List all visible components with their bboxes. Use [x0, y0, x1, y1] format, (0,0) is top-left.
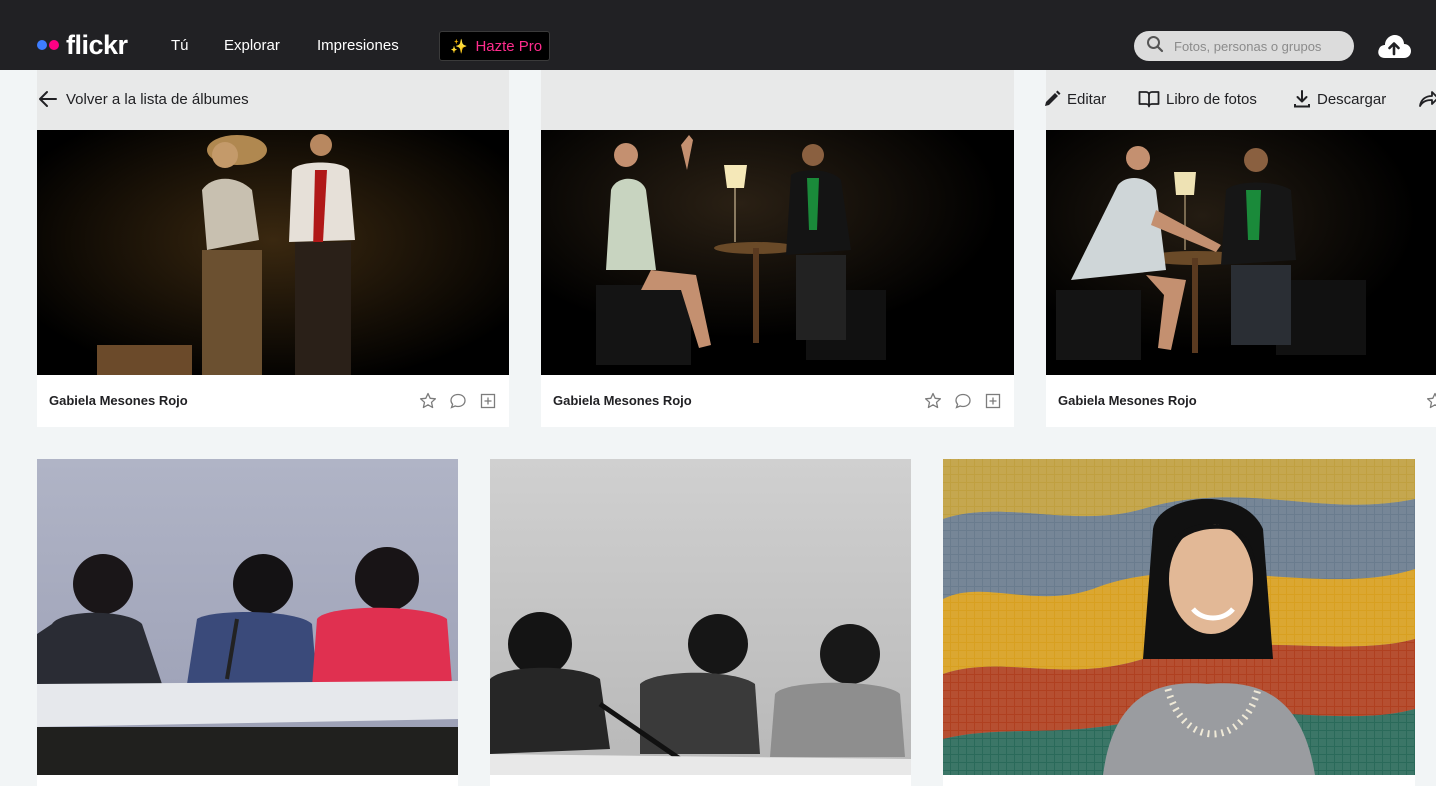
logo-blue-dot: [37, 40, 47, 50]
photo-book-label: Libro de fotos: [1166, 90, 1257, 108]
photo-card[interactable]: Gabiela Mesones Rojo: [541, 130, 1014, 427]
photo-card[interactable]: Gabiela Mesones Rojo: [37, 130, 509, 427]
back-to-albums-link[interactable]: Volver a la lista de álbumes: [38, 90, 249, 108]
photo-meta: Gabiela Mesones Rojo: [1046, 375, 1436, 427]
star-icon[interactable]: [1426, 392, 1436, 410]
nav-link-explorar[interactable]: Explorar: [224, 37, 280, 54]
pencil-icon: [1045, 90, 1061, 106]
back-label: Volver a la lista de álbumes: [66, 90, 249, 108]
photo-actions: [419, 392, 497, 410]
photo-card[interactable]: [37, 459, 458, 786]
nav-link-impresiones[interactable]: Impresiones: [317, 37, 399, 54]
add-to-gallery-icon[interactable]: [479, 392, 497, 410]
download-icon: [1294, 90, 1310, 108]
comment-icon[interactable]: [449, 392, 467, 410]
download-button[interactable]: Descargar: [1293, 90, 1386, 108]
search-input[interactable]: [1174, 38, 1349, 54]
star-icon[interactable]: [419, 392, 437, 410]
photo-author[interactable]: Gabiela Mesones Rojo: [1058, 393, 1197, 408]
share-button[interactable]: [1418, 90, 1436, 108]
hazte-pro-button[interactable]: ✨ Hazte Pro: [439, 31, 550, 61]
comment-icon[interactable]: [954, 392, 972, 410]
nav-link-tu[interactable]: Tú: [171, 37, 189, 54]
search-icon: [1146, 35, 1164, 58]
arrow-left-icon: [39, 91, 57, 107]
photo-actions: [1426, 392, 1436, 410]
photo-image[interactable]: [37, 459, 458, 775]
star-icon[interactable]: [924, 392, 942, 410]
album-bar-segment-middle: [541, 70, 1014, 130]
photo-author[interactable]: Gabiela Mesones Rojo: [49, 393, 188, 408]
photo-card[interactable]: [490, 459, 911, 786]
logo-text: flickr: [66, 29, 128, 60]
logo-pink-dot: [49, 40, 59, 50]
photo-image[interactable]: [1046, 130, 1436, 375]
add-to-gallery-icon[interactable]: [984, 392, 1002, 410]
hazte-pro-label: Hazte Pro: [475, 37, 543, 55]
edit-button[interactable]: Editar: [1043, 90, 1106, 108]
photo-actions: [924, 392, 1002, 410]
upload-cloud-icon[interactable]: [1376, 32, 1412, 60]
photo-meta: Gabiela Mesones Rojo: [37, 375, 509, 427]
sparkle-icon: ✨: [450, 37, 468, 54]
edit-label: Editar: [1067, 90, 1107, 108]
photo-card[interactable]: Gabiela Mesones Rojo: [1046, 130, 1436, 427]
photo-book-button[interactable]: Libro de fotos: [1138, 90, 1257, 108]
photo-author[interactable]: Gabiela Mesones Rojo: [553, 393, 692, 408]
flickr-logo[interactable]: flickr: [37, 29, 128, 60]
photo-image[interactable]: [490, 459, 911, 775]
top-navigation-bar: flickr Tú Explorar Impresiones ✨ Hazte P…: [0, 0, 1436, 70]
photo-image[interactable]: [541, 130, 1014, 375]
share-arrow-icon: [1419, 91, 1436, 107]
photo-image[interactable]: [37, 130, 509, 375]
photo-meta: Gabiela Mesones Rojo: [541, 375, 1014, 427]
photo-card[interactable]: [943, 459, 1415, 786]
download-label: Descargar: [1317, 90, 1387, 108]
book-icon: [1138, 91, 1160, 108]
photo-image[interactable]: [943, 459, 1415, 775]
search-box[interactable]: [1134, 31, 1354, 61]
